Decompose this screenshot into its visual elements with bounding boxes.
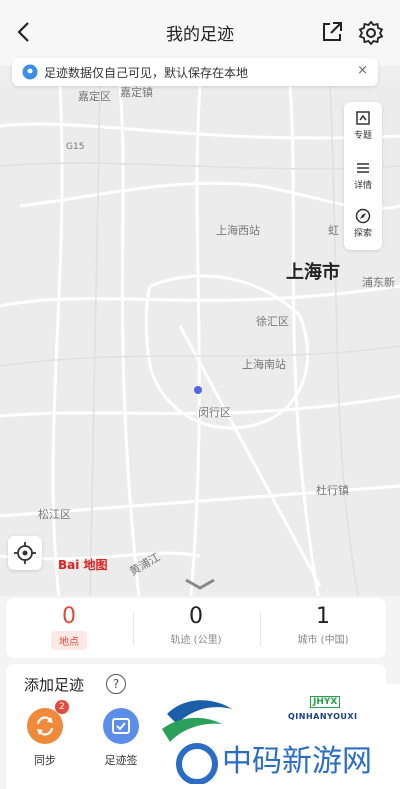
map-city-label: 上海市 (286, 262, 340, 283)
notice-text: 足迹数据仅自己可见，默认保存在本地 (44, 66, 249, 80)
watermark-text: 中码新游网 (222, 744, 372, 779)
details-label: 详情 (353, 181, 372, 191)
explore-label: 探索 (353, 229, 372, 239)
map-label: 杜行镇 (316, 484, 349, 497)
stat-label: 城市 (中国) (297, 635, 349, 646)
sync-icon: 2 (27, 700, 69, 744)
map-label: 徐汇区 (256, 315, 289, 328)
chevron-down-icon[interactable] (178, 576, 222, 594)
watermark-box: JHYX (310, 696, 341, 708)
watermark: JHYX QINHANYOUXI 中码新游网 (140, 684, 400, 789)
map-label: G15 (66, 142, 85, 152)
map-label: 闵行区 (198, 406, 231, 419)
map-toolbar: 专题 详情 探索 (344, 102, 382, 250)
map-label: 松江区 (38, 508, 71, 521)
action-label: 同步 (34, 754, 56, 767)
watermark-brand: QINHANYOUXI (288, 712, 358, 721)
map-view[interactable]: 嘉定镇 嘉定区 G15 上海西站 虹 上海市 浦东新 徐汇区 上海南站 闵行区 … (0, 86, 400, 606)
map-label: 嘉定镇 (120, 86, 153, 99)
map-label: 虹 (328, 224, 339, 237)
stat-value: 0 (62, 604, 76, 629)
map-label: 上海南站 (242, 358, 286, 371)
map-label: 浦东新 (362, 276, 395, 289)
locate-button[interactable] (8, 536, 42, 570)
stat-track[interactable]: 0 轨迹 (公里) (133, 604, 259, 646)
stat-value: 0 (189, 604, 203, 629)
topic-button[interactable]: 专题 (344, 104, 382, 150)
calendar-icon (103, 708, 139, 744)
share-icon[interactable] (320, 20, 344, 44)
topic-icon (356, 111, 370, 125)
notification-badge: 2 (55, 700, 69, 714)
close-icon[interactable]: × (357, 63, 368, 78)
baidu-map-logo: Bai 地图 (58, 558, 108, 572)
map-roads (0, 86, 400, 606)
stat-cities[interactable]: 1 城市 (中国) (260, 604, 386, 646)
stat-label: 地点 (51, 631, 87, 650)
stat-places[interactable]: 0 地点 (6, 604, 132, 650)
gear-icon[interactable] (358, 20, 384, 46)
stats-card: 0 地点 0 轨迹 (公里) 1 城市 (中国) (6, 598, 386, 658)
map-label: 嘉定区 (78, 90, 111, 103)
explore-button[interactable]: 探索 (344, 202, 382, 248)
list-icon (357, 163, 369, 173)
help-icon[interactable]: ? (106, 674, 126, 694)
location-pin-icon (22, 64, 38, 80)
stat-value: 1 (316, 604, 330, 629)
details-button[interactable]: 详情 (344, 154, 382, 200)
privacy-notice: 足迹数据仅自己可见，默认保存在本地 × (12, 58, 378, 86)
compass-icon (355, 208, 371, 224)
map-label: 上海西站 (216, 224, 260, 237)
section-title: 添加足迹 (24, 676, 85, 694)
topic-label: 专题 (353, 131, 372, 141)
stat-label: 轨迹 (公里) (170, 635, 222, 646)
crosshair-icon (14, 542, 36, 564)
sync-button[interactable]: 2 同步 (10, 700, 80, 768)
